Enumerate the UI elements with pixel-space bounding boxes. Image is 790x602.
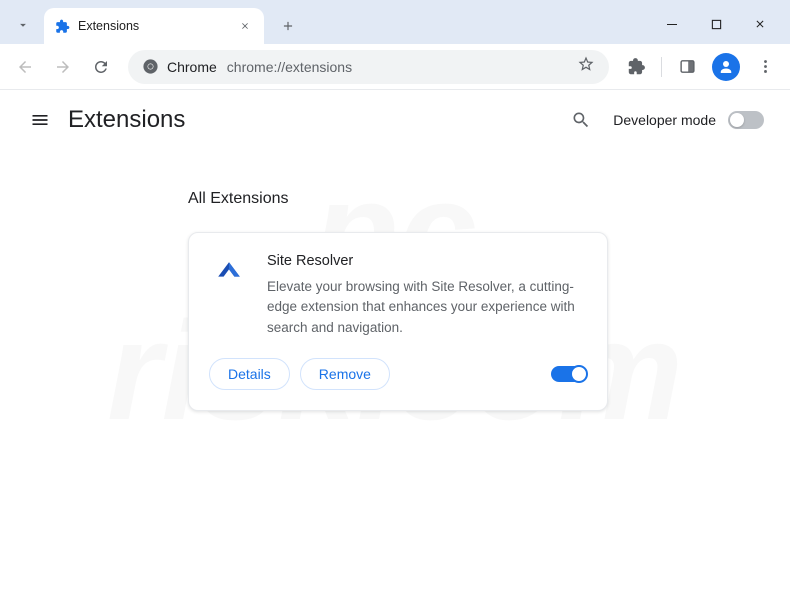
star-icon [577,55,595,73]
extension-description: Elevate your browsing with Site Resolver… [267,277,587,338]
hamburger-menu-button[interactable] [20,100,60,140]
extension-name: Site Resolver [267,253,587,269]
person-icon [717,58,735,76]
close-icon [240,21,250,31]
toggle-knob [730,113,744,127]
profile-button[interactable] [712,53,740,81]
page-content: All Extensions Site Resolver Elevate you… [0,150,790,451]
page-header: Extensions Developer mode [0,90,790,150]
bookmark-button[interactable] [577,55,595,78]
reload-icon [92,58,110,76]
close-icon [754,18,766,30]
close-tab-button[interactable] [236,17,254,35]
extension-enable-toggle[interactable] [551,366,587,382]
maximize-button[interactable] [694,8,738,40]
close-window-button[interactable] [738,8,782,40]
forward-button[interactable] [46,50,80,84]
maximize-icon [711,19,722,30]
developer-mode-toggle[interactable] [728,111,764,129]
extension-card: Site Resolver Elevate your browsing with… [188,232,608,411]
extension-logo-icon [209,253,249,293]
more-vert-icon [757,58,774,75]
developer-mode-label: Developer mode [613,112,716,128]
new-tab-button[interactable] [274,12,302,40]
chrome-icon [142,58,159,75]
panel-icon [679,58,696,75]
remove-button[interactable]: Remove [300,358,390,390]
section-title: All Extensions [188,190,730,208]
reload-button[interactable] [84,50,118,84]
omnibox-label: Chrome [167,59,217,75]
address-bar[interactable]: Chrome chrome://extensions [128,50,609,84]
extension-icon [54,18,70,34]
extensions-button[interactable] [619,50,653,84]
minimize-icon [666,18,678,30]
toolbar-divider [661,57,662,77]
details-button[interactable]: Details [209,358,290,390]
puzzle-icon [628,58,645,75]
browser-toolbar: Chrome chrome://extensions [0,44,790,90]
toggle-knob [570,365,588,383]
omnibox-url: chrome://extensions [227,59,577,75]
search-icon [571,110,591,130]
browser-tab[interactable]: Extensions [44,8,264,44]
arrow-right-icon [54,58,72,76]
chevron-down-icon [16,18,30,32]
tab-title: Extensions [78,19,236,33]
menu-icon [30,110,50,130]
plus-icon [281,19,295,33]
side-panel-button[interactable] [670,50,704,84]
search-extensions-button[interactable] [561,100,601,140]
minimize-button[interactable] [650,8,694,40]
arrow-left-icon [16,58,34,76]
back-button[interactable] [8,50,42,84]
window-controls [650,8,782,40]
menu-button[interactable] [748,50,782,84]
page-title: Extensions [68,106,185,134]
window-titlebar: Extensions [0,0,790,44]
tab-search-dropdown[interactable] [8,10,38,40]
